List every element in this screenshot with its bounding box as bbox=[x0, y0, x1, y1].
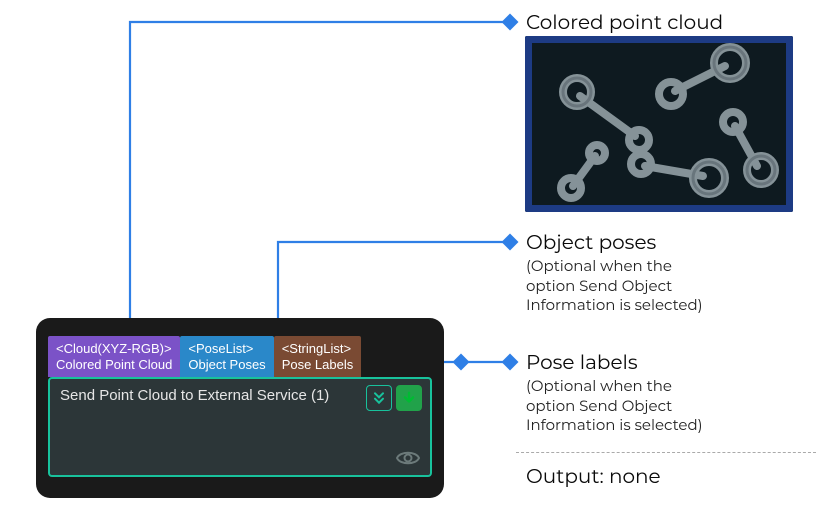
input-port-labels[interactable]: <StringList> Pose Labels bbox=[274, 336, 362, 377]
annotation-sub: (Optional when the bbox=[526, 256, 703, 276]
node-title: Send Point Cloud to External Service (1) bbox=[60, 387, 329, 404]
port-name-label: Colored Point Cloud bbox=[56, 357, 172, 373]
annotation-title: Pose labels bbox=[526, 351, 638, 375]
annotation-title: Object poses bbox=[526, 231, 656, 255]
divider bbox=[516, 452, 816, 453]
input-port-cloud[interactable]: <Cloud(XYZ-RGB)> Colored Point Cloud bbox=[48, 336, 180, 377]
eye-icon bbox=[396, 449, 420, 467]
point-cloud-thumbnail bbox=[525, 36, 793, 212]
input-port-tabs: <Cloud(XYZ-RGB)> Colored Point Cloud <Po… bbox=[48, 336, 432, 377]
diamond-marker bbox=[502, 354, 519, 371]
expand-button[interactable] bbox=[366, 385, 392, 411]
annotation-sub: Information is selected) bbox=[526, 415, 703, 435]
visibility-toggle[interactable] bbox=[396, 449, 420, 467]
node-panel: <Cloud(XYZ-RGB)> Colored Point Cloud <Po… bbox=[36, 318, 444, 498]
diamond-marker bbox=[502, 234, 519, 251]
diamond-marker bbox=[502, 14, 519, 31]
annotation-sub: option Send Object bbox=[526, 396, 703, 416]
diamond-marker bbox=[453, 354, 470, 371]
annotation-labels: Pose labels (Optional when the option Se… bbox=[526, 350, 703, 435]
node-actions bbox=[366, 385, 422, 411]
output-text: Output: none bbox=[526, 465, 661, 489]
port-name-label: Pose Labels bbox=[282, 357, 354, 373]
annotation-poses: Object poses (Optional when the option S… bbox=[526, 230, 703, 315]
output-label: Output: none bbox=[526, 464, 661, 490]
port-type-label: <Cloud(XYZ-RGB)> bbox=[56, 341, 172, 357]
input-port-poses[interactable]: <PoseList> Object Poses bbox=[180, 336, 273, 377]
arrow-down-icon bbox=[402, 391, 416, 405]
chevrons-down-icon bbox=[371, 390, 387, 406]
node-body[interactable]: Send Point Cloud to External Service (1) bbox=[48, 377, 432, 477]
run-button[interactable] bbox=[396, 385, 422, 411]
port-type-label: <PoseList> bbox=[188, 341, 265, 357]
annotation-sub: option Send Object bbox=[526, 276, 703, 296]
port-type-label: <StringList> bbox=[282, 341, 354, 357]
annotation-cloud: Colored point cloud bbox=[526, 10, 723, 36]
annotation-sub: Information is selected) bbox=[526, 295, 703, 315]
annotation-title: Colored point cloud bbox=[526, 11, 723, 35]
port-name-label: Object Poses bbox=[188, 357, 265, 373]
annotation-sub: (Optional when the bbox=[526, 376, 703, 396]
